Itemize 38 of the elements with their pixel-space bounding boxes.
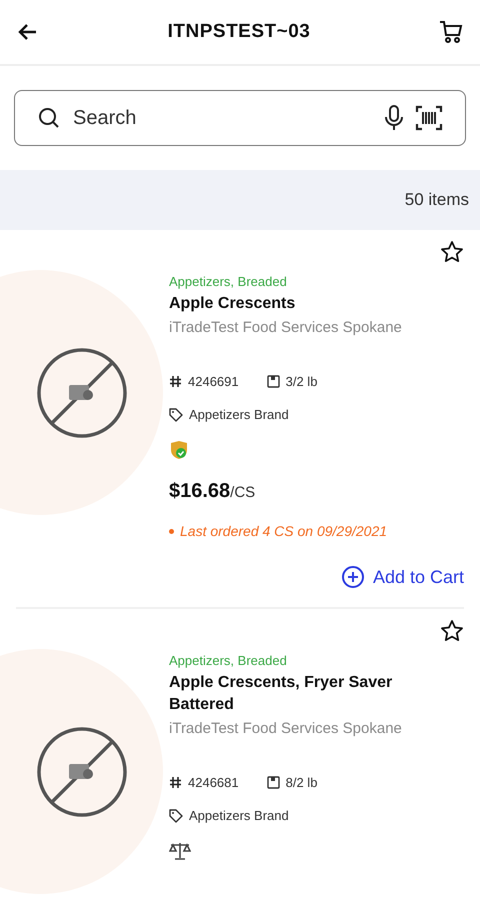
tag-icon (169, 408, 183, 422)
scale-icon (169, 841, 191, 861)
cart-button[interactable] (438, 19, 464, 45)
add-to-cart-button[interactable]: Add to Cart (340, 565, 464, 589)
product-category: Appetizers, Breaded (169, 653, 287, 668)
cart-icon (438, 19, 464, 45)
no-image-icon (36, 726, 128, 818)
favorite-button[interactable] (440, 240, 464, 264)
package-icon (266, 776, 280, 789)
search-field[interactable]: Search (14, 90, 466, 146)
status-dot (169, 528, 174, 534)
page-title: ITNPSTEST~03 (168, 21, 310, 43)
favorite-button[interactable] (440, 619, 464, 643)
product-name[interactable]: Apple Crescents, Fryer Saver Battered (169, 672, 409, 716)
hash-icon (169, 776, 182, 789)
certified-badge-icon (169, 440, 189, 460)
product-category: Appetizers, Breaded (169, 274, 287, 289)
item-number: 4246691 (188, 374, 239, 389)
item-number: 4246681 (188, 775, 239, 790)
plus-circle-icon (340, 565, 365, 589)
barcode-scan-icon[interactable] (415, 105, 443, 131)
price-unit: /CS (230, 484, 256, 501)
pack-size: 8/2 lb (286, 775, 318, 790)
price: $16.68 (169, 480, 230, 503)
last-ordered-note: Last ordered 4 CS on 09/29/2021 (180, 523, 388, 539)
brand-name: Appetizers Brand (189, 407, 289, 422)
product-name[interactable]: Apple Crescents (169, 293, 296, 315)
item-count: 50 items (404, 190, 469, 210)
pack-size: 3/2 lb (286, 374, 318, 389)
hash-icon (169, 375, 182, 388)
search-icon (37, 106, 61, 130)
microphone-icon[interactable] (383, 104, 405, 132)
brand-name: Appetizers Brand (189, 808, 289, 823)
package-icon (266, 375, 280, 388)
supplier-name: iTradeTest Food Services Spokane (169, 720, 402, 737)
tag-icon (169, 808, 183, 822)
supplier-name: iTradeTest Food Services Spokane (169, 319, 402, 336)
no-image-icon (36, 346, 128, 438)
